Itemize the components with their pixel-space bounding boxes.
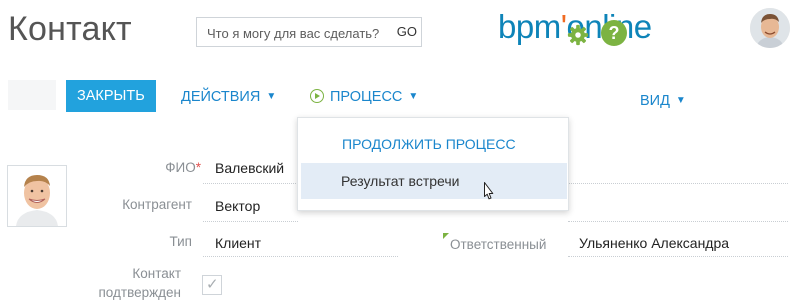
name-field-underline [203, 183, 298, 184]
process-label: ПРОЦЕСС [330, 89, 403, 105]
name-label: ФИО* [165, 160, 201, 175]
confirmed-label-line1: Контакт [132, 266, 181, 281]
account-field-underline [203, 221, 298, 222]
person-photo-icon [8, 166, 66, 226]
confirmed-checkbox[interactable]: ✓ [202, 275, 222, 295]
required-corner-icon [443, 233, 449, 239]
toolbar-placeholder [8, 80, 56, 110]
logo-prefix: bpm [498, 8, 561, 45]
checkmark-icon: ✓ [206, 276, 219, 293]
view-button[interactable]: ВИД ▼ [640, 93, 686, 109]
type-value[interactable]: Клиент [215, 235, 261, 251]
menu-item-meeting-result[interactable]: Результат встречи [301, 163, 567, 199]
search-box[interactable]: GO [196, 17, 422, 47]
user-face-icon [750, 8, 790, 48]
account-label: Контрагент [122, 197, 192, 212]
confirmed-label-line2: подтвержден [98, 285, 182, 300]
user-avatar[interactable] [750, 8, 790, 48]
confirmed-label: Контакт подтвержден [99, 264, 182, 302]
required-marker: * [195, 160, 201, 175]
view-label: ВИД [640, 93, 670, 109]
chevron-down-icon: ▼ [675, 95, 686, 106]
type-label: Тип [169, 234, 192, 249]
contact-photo[interactable] [7, 165, 67, 227]
process-button[interactable]: ПРОЦЕСС ▼ [310, 89, 418, 105]
owner-label: Ответственный [450, 237, 547, 252]
close-button[interactable]: ЗАКРЫТЬ [66, 80, 156, 112]
chevron-down-icon: ▼ [266, 91, 277, 102]
menu-item-label: Результат встречи [341, 173, 460, 189]
search-input[interactable] [207, 23, 385, 43]
name-value[interactable]: Валевский [215, 160, 284, 176]
account-field-underline-right [568, 221, 788, 222]
search-go-button[interactable]: GO [397, 24, 417, 39]
chevron-down-icon: ▼ [408, 91, 419, 102]
play-icon [310, 89, 324, 103]
actions-label: ДЕЙСТВИЯ [181, 89, 261, 105]
page-title: Контакт [8, 10, 132, 48]
help-icon[interactable]: ? [601, 20, 627, 46]
type-field-underline [203, 256, 398, 257]
continue-process-header[interactable]: ПРОДОЛЖИТЬ ПРОЦЕСС [342, 136, 516, 152]
account-value[interactable]: Вектор [215, 198, 260, 214]
owner-field-underline [568, 256, 788, 257]
owner-value[interactable]: Ульяненко Александра [579, 235, 729, 251]
process-dropdown-menu: ПРОДОЛЖИТЬ ПРОЦЕСС Результат встречи [297, 117, 569, 211]
gear-icon[interactable] [567, 24, 589, 46]
mouse-cursor-icon [484, 182, 494, 200]
name-field-underline-right [568, 183, 788, 184]
actions-button[interactable]: ДЕЙСТВИЯ ▼ [181, 89, 276, 105]
